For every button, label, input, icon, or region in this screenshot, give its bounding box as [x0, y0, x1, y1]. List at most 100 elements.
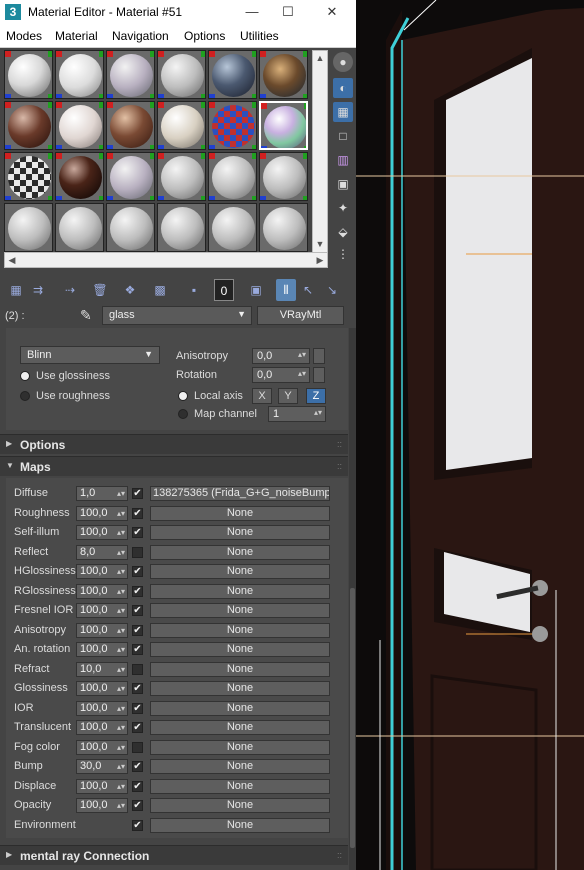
sample-slot[interactable]: [106, 152, 155, 201]
local-axis-radio[interactable]: [178, 391, 188, 401]
map-slot-button[interactable]: None: [150, 661, 330, 677]
map-slot-button[interactable]: None: [150, 544, 330, 560]
get-material-icon[interactable]: ▦: [6, 279, 26, 301]
close-button[interactable]: ✕: [318, 2, 346, 22]
sample-slot[interactable]: [4, 101, 53, 150]
map-slot-button[interactable]: None: [150, 642, 330, 657]
background-icon[interactable]: ▦: [333, 102, 353, 122]
sample-slot[interactable]: [208, 101, 257, 150]
spinner-arrows-icon[interactable]: ▴▾: [117, 799, 125, 812]
chevron-down-icon[interactable]: ▼: [144, 349, 153, 359]
map-amount-spinner[interactable]: 100,0 ▴▾: [76, 525, 128, 540]
menu-navigation[interactable]: Navigation: [112, 29, 169, 43]
scroll-up-arrow-icon[interactable]: ▲: [313, 51, 327, 65]
map-enable-checkbox[interactable]: ✔: [132, 566, 143, 577]
map-slot-button[interactable]: 138275365 (Frida_G+G_noiseBumpM: [150, 486, 330, 501]
map-amount-spinner[interactable]: 100,0 ▴▾: [76, 642, 128, 657]
map-amount-spinner[interactable]: 100,0 ▴▾: [76, 739, 128, 755]
eyedropper-icon[interactable]: ✎: [80, 307, 92, 324]
sample-slot[interactable]: [259, 203, 308, 252]
map-enable-checkbox[interactable]: ✔: [132, 819, 143, 831]
map-amount-spinner[interactable]: 100,0 ▴▾: [76, 603, 128, 618]
spinner-arrows-icon[interactable]: ▴▾: [117, 682, 125, 695]
map-enable-checkbox[interactable]: ✔: [132, 780, 143, 792]
map-amount-spinner[interactable]: 1,0 ▴▾: [76, 486, 128, 501]
spinner-arrows-icon[interactable]: ▴▾: [117, 546, 125, 559]
sample-slot[interactable]: [106, 101, 155, 150]
use-glossiness-radio[interactable]: [20, 371, 30, 381]
spinner-arrows-icon[interactable]: ▴▾: [117, 585, 125, 598]
sample-slot[interactable]: [208, 50, 257, 99]
map-amount-spinner[interactable]: 100,0 ▴▾: [76, 700, 128, 716]
map-slot-button[interactable]: None: [150, 759, 330, 774]
slots-horizontal-scrollbar[interactable]: ◀ ▶: [4, 252, 328, 268]
spinner-arrows-icon[interactable]: ▴▾: [117, 526, 125, 539]
sample-slot[interactable]: [157, 152, 206, 201]
scroll-right-arrow-icon[interactable]: ▶: [313, 253, 327, 267]
sample-slot[interactable]: [157, 50, 206, 99]
rotation-spinner[interactable]: 0,0 ▴▾: [252, 367, 310, 383]
spinner-arrows-icon[interactable]: ▴▾: [117, 565, 125, 578]
map-enable-checkbox[interactable]: ✔: [132, 605, 143, 616]
map-slot-button[interactable]: None: [150, 720, 330, 735]
map-amount-spinner[interactable]: 8,0 ▴▾: [76, 544, 128, 560]
map-amount-spinner[interactable]: 100,0 ▴▾: [76, 505, 128, 521]
make-preview-icon[interactable]: ▣: [333, 174, 353, 194]
map-enable-checkbox[interactable]: [132, 741, 143, 753]
sample-slot[interactable]: [157, 203, 206, 252]
map-slot-button[interactable]: None: [150, 525, 330, 540]
spinner-arrows-icon[interactable]: ▴▾: [117, 741, 125, 754]
maximize-button[interactable]: ☐: [274, 2, 302, 22]
map-amount-spinner[interactable]: 100,0 ▴▾: [76, 798, 128, 813]
show-shaded-icon[interactable]: ▣: [246, 279, 266, 301]
map-slot-button[interactable]: None: [150, 739, 330, 755]
menu-material[interactable]: Material: [55, 29, 98, 43]
slots-vertical-scrollbar[interactable]: ▲ ▼: [312, 50, 328, 254]
sample-uv-tiling-icon[interactable]: □: [333, 126, 353, 146]
spinner-arrows-icon[interactable]: ▴▾: [117, 721, 125, 734]
menu-utilities[interactable]: Utilities: [240, 29, 279, 43]
axis-y-button[interactable]: Y: [278, 388, 298, 404]
map-channel-radio[interactable]: [178, 409, 188, 419]
spinner-arrows-icon[interactable]: ▴▾: [117, 702, 125, 715]
spinner-arrows-icon[interactable]: ▴▾: [117, 643, 125, 656]
map-slot-button[interactable]: None: [150, 798, 330, 813]
spinner-arrows-icon[interactable]: ▴▾: [298, 350, 306, 359]
spinner-arrows-icon[interactable]: ▴▾: [117, 760, 125, 773]
show-end-result-icon[interactable]: ⫴: [276, 279, 296, 301]
reset-map-icon[interactable]: 🗑: [90, 279, 110, 301]
spinner-arrows-icon[interactable]: ▴▾: [117, 780, 125, 793]
options-rollout-header[interactable]: ▶ Options ::: [0, 434, 348, 454]
options-icon[interactable]: ✦: [333, 198, 353, 218]
map-channel-spinner[interactable]: 1 ▴▾: [268, 406, 326, 422]
material-map-navigator-icon[interactable]: ⋮: [333, 244, 353, 264]
material-name-field[interactable]: glass ▼: [102, 306, 252, 325]
anisotropy-map-button[interactable]: [313, 348, 325, 364]
map-amount-spinner[interactable]: 100,0 ▴▾: [76, 778, 128, 794]
map-slot-button[interactable]: None: [150, 681, 330, 696]
save-icon[interactable]: ▪: [184, 279, 204, 301]
parameters-scrollbar[interactable]: [349, 328, 356, 870]
sample-slot[interactable]: [4, 50, 53, 99]
map-amount-spinner[interactable]: 100,0 ▴▾: [76, 583, 128, 599]
material-id-channel-icon[interactable]: 0: [214, 279, 234, 301]
sample-slot[interactable]: [259, 101, 308, 150]
map-amount-spinner[interactable]: 100,0 ▴▾: [76, 622, 128, 638]
map-amount-spinner[interactable]: 10,0 ▴▾: [76, 661, 128, 677]
map-enable-checkbox[interactable]: ✔: [132, 624, 143, 636]
brdf-type-dropdown[interactable]: Blinn ▼: [20, 346, 160, 364]
map-slot-button[interactable]: None: [150, 778, 330, 794]
map-enable-checkbox[interactable]: ✔: [132, 585, 143, 597]
maps-rollout-header[interactable]: ▼ Maps ::: [0, 456, 348, 476]
chevron-down-icon[interactable]: ▼: [237, 309, 246, 319]
spinner-arrows-icon[interactable]: ▴▾: [117, 604, 125, 617]
put-to-library-icon[interactable]: ▩: [150, 279, 170, 301]
menu-modes[interactable]: Modes: [6, 29, 42, 43]
sample-slot[interactable]: [157, 101, 206, 150]
anisotropy-spinner[interactable]: 0,0 ▴▾: [252, 348, 310, 364]
spinner-arrows-icon[interactable]: ▴▾: [117, 487, 125, 500]
menu-options[interactable]: Options: [184, 29, 225, 43]
3d-viewport[interactable]: [356, 0, 584, 870]
map-slot-button[interactable]: None: [150, 505, 330, 521]
sample-slot[interactable]: [4, 152, 53, 201]
